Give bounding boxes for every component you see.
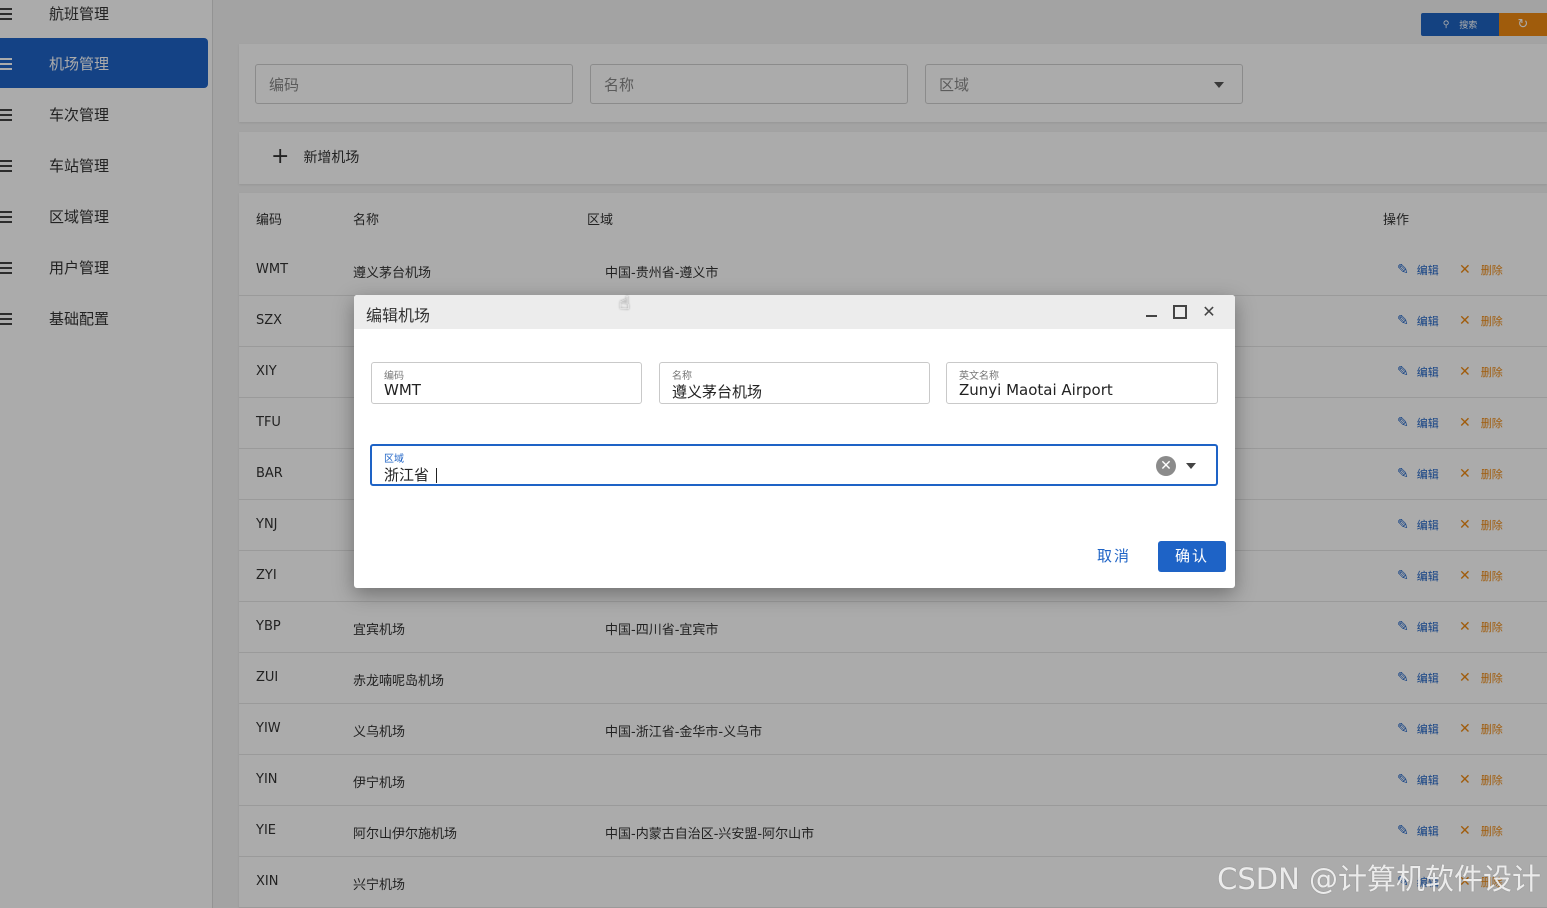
- confirm-button[interactable]: 确认: [1158, 541, 1226, 572]
- code-field-value: WMT: [384, 381, 421, 399]
- area-field-label: 区域: [384, 454, 404, 465]
- clear-icon[interactable]: ✕: [1156, 456, 1176, 476]
- english-name-field-label: 英文名称: [959, 371, 999, 382]
- name-field[interactable]: 名称 遵义茅台机场: [659, 362, 930, 404]
- hand-cursor-icon: ☝: [619, 293, 630, 314]
- minimize-icon[interactable]: [1141, 302, 1161, 322]
- edit-airport-dialog: 编辑机场 ✕ 编码 WMT 名称 遵义茅台机场 英文名称 Zunyi Maota…: [354, 295, 1235, 588]
- name-field-value: 遵义茅台机场: [672, 383, 763, 401]
- watermark: CSDN @计算机软件设计: [1217, 862, 1541, 896]
- code-field-label: 编码: [384, 371, 404, 382]
- code-field[interactable]: 编码 WMT: [371, 362, 642, 404]
- dialog-title: 编辑机场: [366, 306, 431, 325]
- area-combobox[interactable]: 区域 浙江省 ✕: [370, 444, 1218, 486]
- dialog-header[interactable]: 编辑机场 ✕: [354, 295, 1235, 329]
- english-name-field[interactable]: 英文名称 Zunyi Maotai Airport: [946, 362, 1218, 404]
- name-field-label: 名称: [672, 371, 692, 382]
- text-cursor: [435, 468, 437, 483]
- close-icon[interactable]: ✕: [1199, 302, 1219, 322]
- english-name-field-value: Zunyi Maotai Airport: [959, 381, 1113, 399]
- area-field-value: 浙江省: [384, 464, 437, 485]
- maximize-icon[interactable]: [1170, 302, 1190, 322]
- chevron-down-icon[interactable]: [1186, 463, 1196, 469]
- cancel-button[interactable]: 取消: [1088, 542, 1140, 570]
